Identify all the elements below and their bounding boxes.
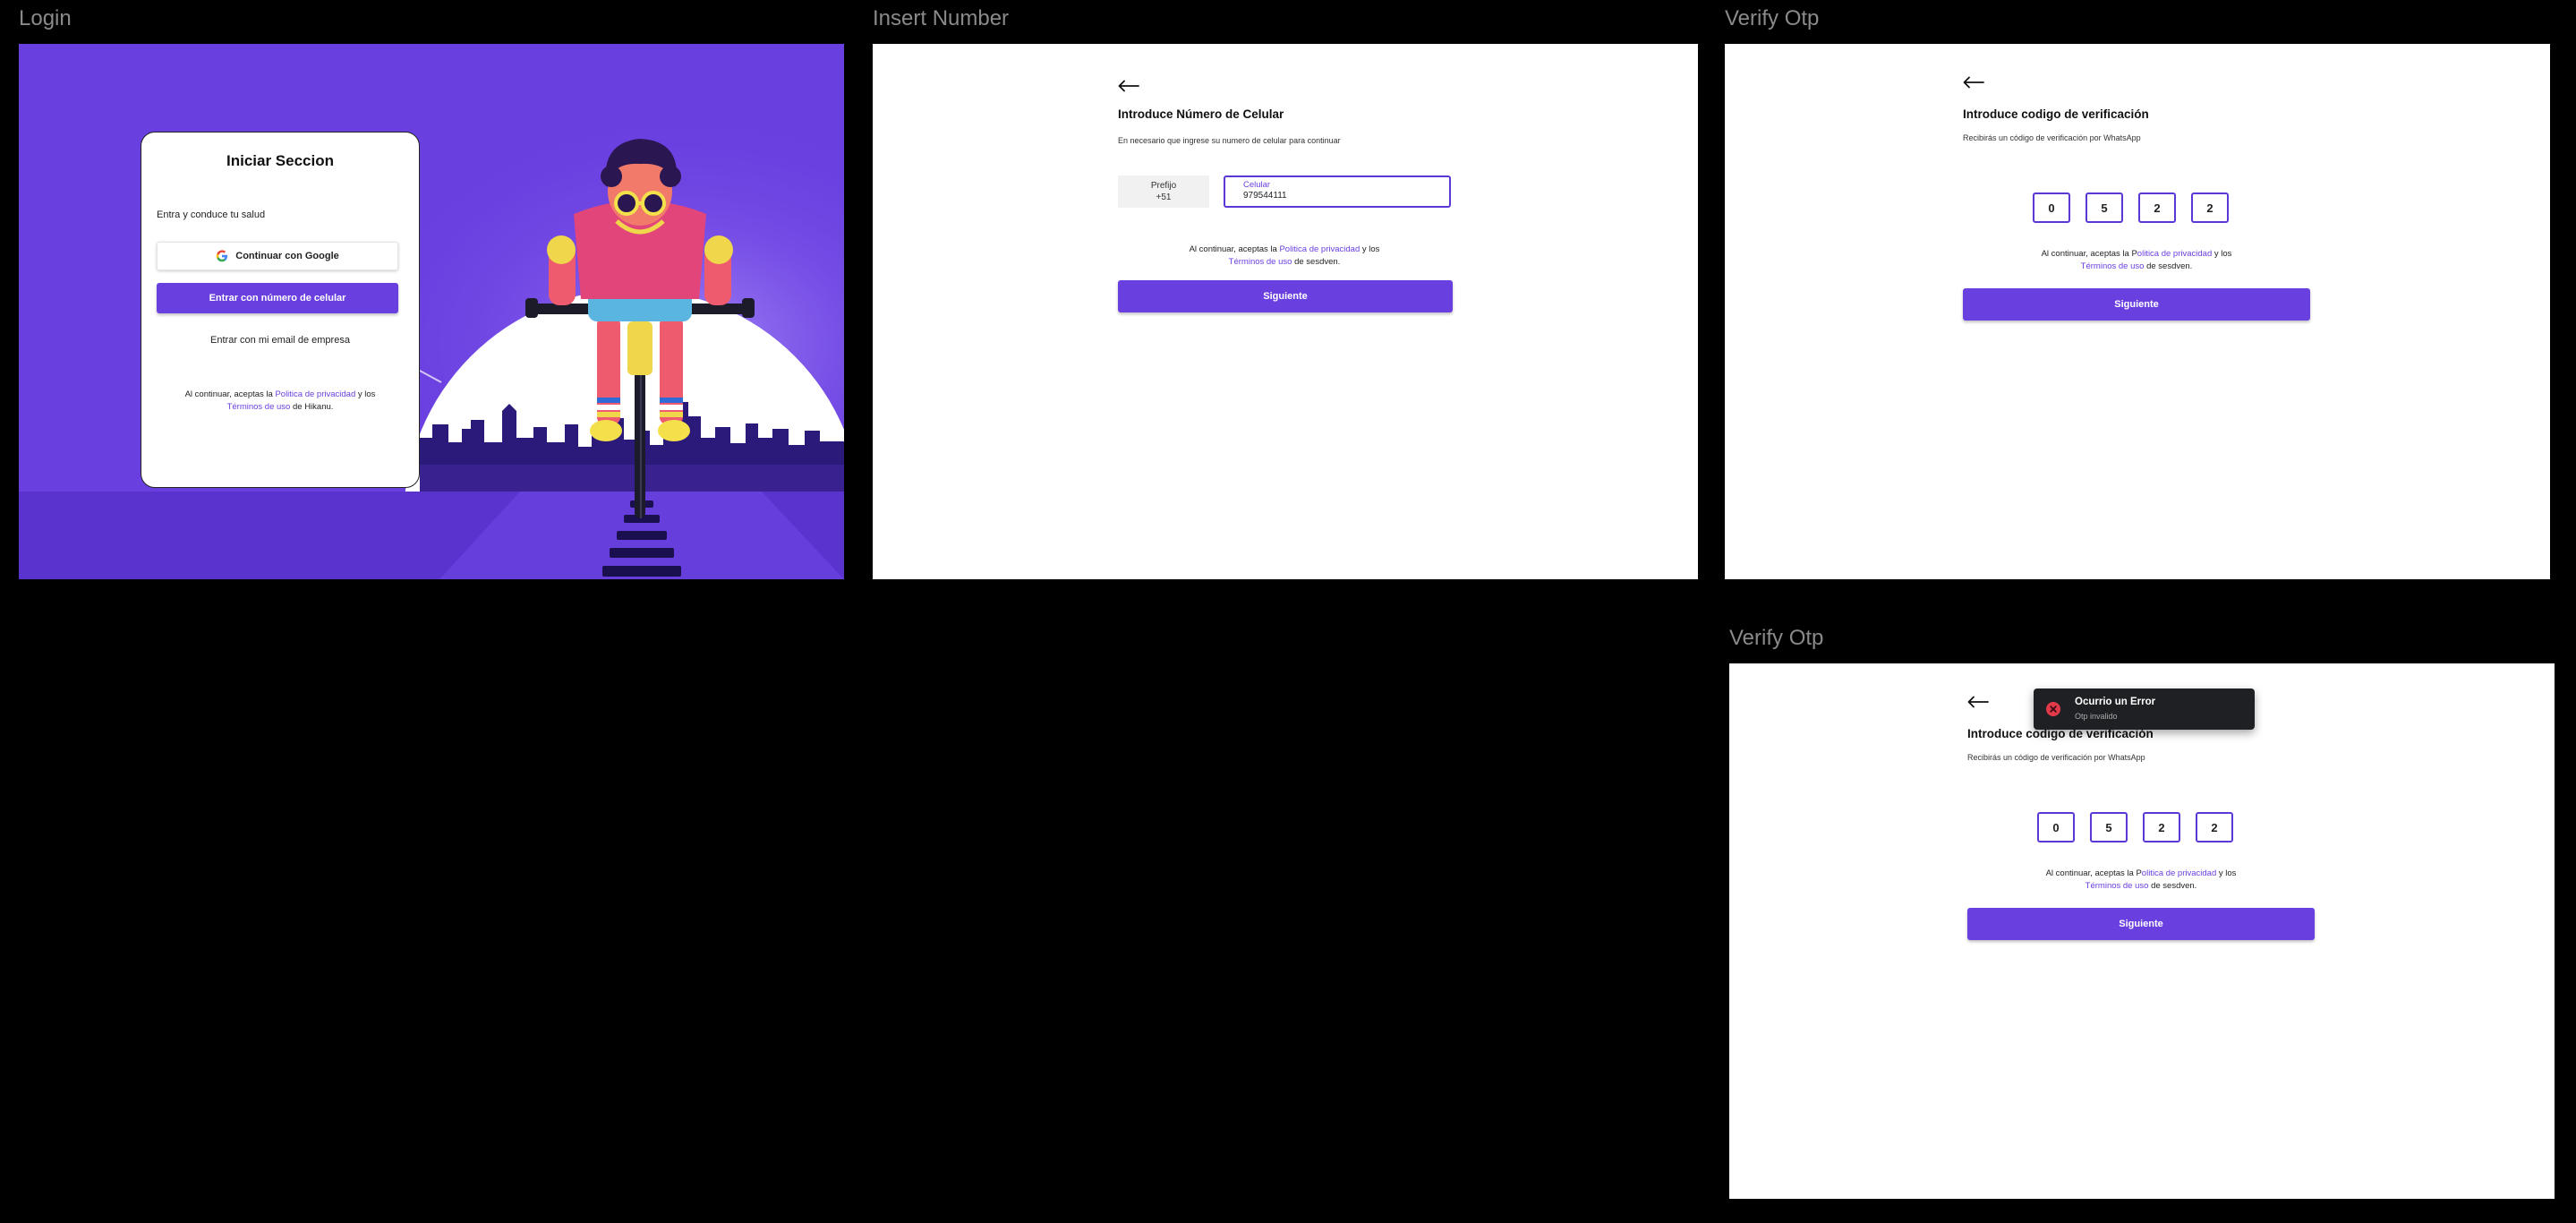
frame-label-verify-otp-error: Verify Otp — [1729, 626, 1824, 650]
privacy-policy-link[interactable]: olitica de privacidad — [2137, 249, 2212, 259]
login-terms-text: Al continuar, aceptas la Politica de pri… — [150, 389, 410, 414]
otp-digit-1[interactable]: 0 — [2037, 812, 2075, 842]
page-title: Introduce Número de Celular — [1118, 107, 1284, 121]
privacy-policy-link[interactable]: Politica de privacidad — [1279, 244, 1360, 254]
terms-text: Al continuar, aceptas la Politica de pri… — [1967, 868, 2315, 893]
terms-middle: y los — [355, 389, 376, 399]
terms-middle: y los — [2216, 868, 2237, 878]
toast-title: Ocurrio un Error — [2075, 697, 2156, 707]
otp-digit-3[interactable]: 2 — [2138, 192, 2176, 223]
login-frame: Iniciar Seccion Entra y conduce tu salud… — [19, 44, 844, 579]
terms-of-use-link[interactable]: Términos de uso — [1229, 257, 1292, 267]
otp-digit-1[interactable]: 0 — [2033, 192, 2070, 223]
terms-middle: y los — [2212, 249, 2232, 259]
close-circle-icon — [2046, 702, 2060, 716]
otp-digit-3[interactable]: 2 — [2143, 812, 2180, 842]
google-g-icon — [217, 250, 228, 262]
terms-suffix: de sesdven. — [2148, 880, 2197, 891]
login-title: Iniciar Seccion — [226, 152, 334, 169]
google-login-label: Continuar con Google — [235, 251, 339, 261]
next-button[interactable]: Siguiente — [1118, 280, 1453, 312]
arrow-left-icon[interactable] — [1118, 80, 1139, 92]
phone-login-button[interactable]: Entrar con número de celular — [157, 283, 398, 313]
verify-otp-error-frame: Introduce codigo de verificación Recibir… — [1729, 663, 2555, 1199]
prefix-value: +51 — [1156, 192, 1172, 202]
prefix-label: Prefijo — [1150, 181, 1177, 191]
frame-label-login: Login — [19, 6, 72, 30]
next-button[interactable]: Siguiente — [1967, 908, 2315, 940]
terms-middle: y los — [1360, 244, 1380, 254]
otp-digit-2[interactable]: 5 — [2090, 812, 2128, 842]
terms-prefix: Al continuar, aceptas la P — [2041, 249, 2137, 259]
terms-of-use-link[interactable]: Términos de uso — [227, 402, 291, 412]
next-button[interactable]: Siguiente — [1963, 288, 2310, 321]
phone-input-label: Celular — [1243, 180, 1271, 190]
google-login-button[interactable]: Continuar con Google — [157, 242, 398, 270]
terms-suffix: de sesdven. — [1292, 256, 1341, 267]
phone-number-input[interactable]: Celular 979544111 — [1224, 175, 1451, 208]
otp-digit-4[interactable]: 2 — [2191, 192, 2229, 223]
privacy-policy-link[interactable]: olitica de privacidad — [2142, 868, 2216, 878]
page-subtitle: En necesario que ingrese su numero de ce… — [1118, 136, 1341, 145]
arrow-left-icon[interactable] — [1963, 76, 1984, 89]
terms-text: Al continuar, aceptas la Politica de pri… — [1963, 248, 2310, 273]
toast-message: Otp invalido — [2075, 712, 2118, 721]
otp-digit-2[interactable]: 5 — [2086, 192, 2123, 223]
terms-of-use-link[interactable]: Términos de uso — [2086, 881, 2149, 891]
privacy-policy-link[interactable]: Politica de privacidad — [275, 389, 355, 399]
prefix-select[interactable]: Prefijo +51 — [1118, 175, 1209, 208]
email-login-link[interactable]: Entrar con mi email de empresa — [141, 335, 419, 346]
page-subtitle: Recibirás un código de verificación por … — [1967, 753, 2145, 762]
terms-of-use-link[interactable]: Términos de uso — [2081, 261, 2145, 271]
otp-digit-4[interactable]: 2 — [2196, 812, 2233, 842]
login-card: Iniciar Seccion Entra y conduce tu salud… — [141, 132, 420, 488]
verify-otp-frame: Introduce codigo de verificación Recibir… — [1725, 44, 2550, 579]
frame-label-insert-number: Insert Number — [873, 6, 1010, 30]
terms-prefix: Al continuar, aceptas la — [1189, 244, 1280, 254]
page-subtitle: Recibirás un código de verificación por … — [1963, 133, 2141, 142]
terms-text: Al continuar, aceptas la Politica de pri… — [1118, 244, 1451, 269]
arrow-left-icon[interactable] — [1967, 696, 1989, 708]
terms-prefix: Al continuar, aceptas la — [184, 389, 276, 399]
terms-prefix: Al continuar, aceptas la P — [2045, 868, 2142, 878]
phone-input-value: 979544111 — [1243, 191, 1287, 201]
login-subtitle: Entra y conduce tu salud — [157, 210, 266, 220]
terms-suffix: de Hikanu. — [290, 401, 334, 412]
insert-number-frame: Introduce Número de Celular En necesario… — [873, 44, 1698, 579]
page-title: Introduce codigo de verificación — [1963, 107, 2149, 121]
frame-label-verify-otp: Verify Otp — [1725, 6, 1820, 30]
terms-suffix: de sesdven. — [2144, 261, 2193, 271]
error-toast: Ocurrio un Error Otp invalido — [2034, 688, 2255, 730]
